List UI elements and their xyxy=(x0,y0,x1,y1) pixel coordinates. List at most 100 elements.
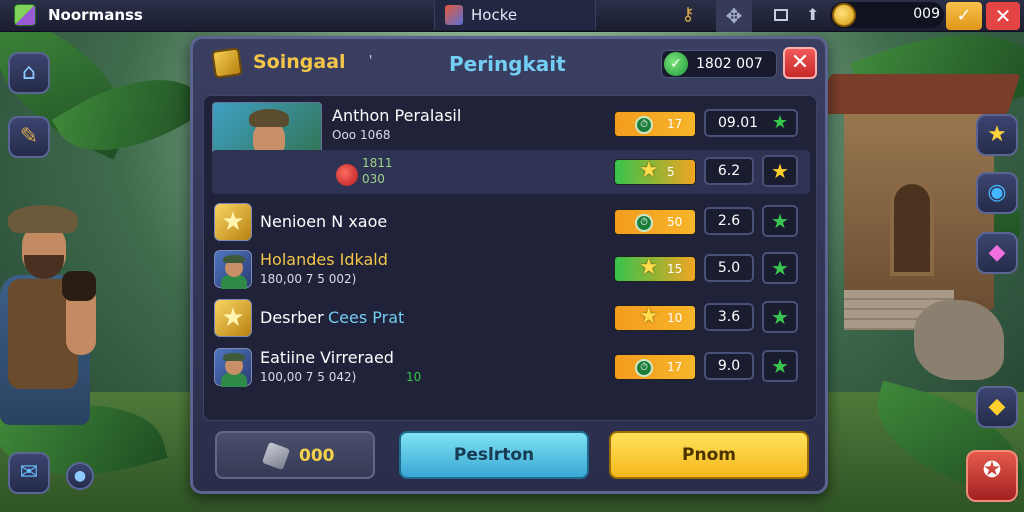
pill-value: 17 xyxy=(667,117,683,131)
player-name: Holandes Idkald xyxy=(260,250,388,269)
orb-icon[interactable]: ● xyxy=(66,462,94,490)
yellow-button-label: Pnom xyxy=(682,445,736,465)
reward-pill: ★ 5 xyxy=(614,158,696,185)
yellow-action-button[interactable]: Pnom xyxy=(609,431,809,479)
pill-value: 10 xyxy=(667,311,683,325)
green-star-icon[interactable]: ★ xyxy=(762,350,798,382)
score-value: 9.0 xyxy=(717,358,741,374)
score-value: 3.6 xyxy=(717,309,741,325)
list-item[interactable]: ★ Desrber Cees Prat ★ 10 3.6 ★ xyxy=(212,296,810,340)
score-box: 3.6 xyxy=(704,303,754,331)
pill-value: 15 xyxy=(667,262,683,276)
score-value: 5.0 xyxy=(717,260,741,276)
currency-display: ✓ 1802 007 xyxy=(661,50,777,78)
score-box: 09.01 ★ xyxy=(704,109,798,137)
tab-title: Hocke xyxy=(471,6,518,24)
player-sub: 180,00 7 5 002) xyxy=(260,272,357,286)
green-star-icon[interactable]: ★ xyxy=(762,252,798,284)
backpack-icon[interactable]: ✪ xyxy=(966,450,1018,502)
window-icon[interactable] xyxy=(774,9,788,21)
tab-game[interactable]: Hocke xyxy=(434,0,596,30)
list-item[interactable]: Holandes Idkald 180,00 7 5 002) ★ 15 5.0… xyxy=(212,246,810,292)
player-stat-2: 030 xyxy=(362,172,385,186)
pill-value: 5 xyxy=(667,165,675,179)
avatar: ★ xyxy=(214,203,252,241)
apple-icon xyxy=(336,164,358,186)
pink-gem-icon[interactable]: ◆ xyxy=(976,232,1018,274)
currency-value: 1802 007 xyxy=(696,56,763,72)
reward-pill: ★ 15 xyxy=(614,255,696,282)
clock-icon: ⏱ xyxy=(635,116,653,134)
list-item[interactable]: ★ Nenioen N xaoe ⏱ 50 2.6 ★ xyxy=(212,200,810,244)
star-icon: ★ xyxy=(639,304,659,329)
green-star-icon: ★ xyxy=(771,112,788,133)
scroll-map-icon[interactable]: ✎ xyxy=(8,116,50,158)
player-stat: 1811 xyxy=(362,156,393,170)
pill-value: 50 xyxy=(667,215,683,229)
coin-icon xyxy=(832,3,856,27)
score-box: 6.2 xyxy=(704,157,754,185)
avatar xyxy=(214,250,252,289)
home-icon[interactable]: ⌂ xyxy=(8,52,50,94)
panel-left-title: Soingaal xyxy=(253,51,346,73)
star-icon[interactable]: ★ xyxy=(976,114,1018,156)
player-name: Eatiine Virreraed xyxy=(260,348,394,367)
star-icon: ★ xyxy=(221,303,245,333)
star-icon: ★ xyxy=(639,158,659,183)
player-name-second: Cees Prat xyxy=(328,308,405,327)
coin-counter: 009 xyxy=(830,2,944,28)
list-item[interactable]: Anthon Peralasil Ooo 1068 ⏱ 17 09.01 ★ xyxy=(212,102,810,192)
reward-pill: ⏱ 50 xyxy=(614,209,696,235)
clock-icon: ⏱ xyxy=(635,214,653,232)
close-panel-button[interactable]: ✕ xyxy=(783,47,817,79)
green-star-icon[interactable]: ★ xyxy=(762,301,798,333)
score-value: 6.2 xyxy=(717,163,741,179)
clock-icon: ⏱ xyxy=(635,359,653,377)
reward-pill: ⏱ 17 xyxy=(614,111,696,137)
confirm-button[interactable]: ✓ xyxy=(946,2,982,30)
key-icon[interactable]: ⚷ xyxy=(678,5,698,25)
check-icon: ✓ xyxy=(664,52,688,76)
pin-icon[interactable]: ⬆ xyxy=(806,5,819,24)
yellow-diamond-icon[interactable]: ◆ xyxy=(976,386,1018,428)
blue-action-button[interactable]: Peslrton xyxy=(399,431,589,479)
player-name-first: Desrber xyxy=(260,308,324,327)
avatar xyxy=(214,348,252,387)
gold-star-icon[interactable]: ★ xyxy=(762,155,798,187)
list-item[interactable]: 1811 030 ★ 5 6.2 ★ xyxy=(212,150,810,194)
ranking-panel: Soingaal ' Peringkait ✓ 1802 007 ✕ Antho… xyxy=(190,36,828,494)
player-name: Nenioen N xaoe xyxy=(260,212,388,231)
game-tab-icon xyxy=(445,5,463,25)
score-box: 5.0 xyxy=(704,254,754,282)
quote-mark: ' xyxy=(369,53,373,67)
app-logo-icon xyxy=(14,4,36,26)
player-sub-extra: 10 xyxy=(406,370,422,384)
reward-pill: ⏱ 17 xyxy=(614,354,696,380)
score-value: 2.6 xyxy=(717,213,741,229)
explorer-character xyxy=(0,205,110,465)
cube-icon xyxy=(261,441,291,471)
cube-button-label: 000 xyxy=(299,446,335,466)
player-sub: Ooo 1068 xyxy=(332,128,391,142)
score-box: 9.0 xyxy=(704,352,754,380)
star-icon: ★ xyxy=(639,255,659,280)
player-name: Anthon Peralasil xyxy=(332,106,462,125)
close-window-button[interactable]: ✕ xyxy=(986,2,1020,30)
coin-value: 009 xyxy=(913,6,940,22)
jungle-house xyxy=(817,74,1021,330)
ranking-list: Anthon Peralasil Ooo 1068 ⏱ 17 09.01 ★ 1… xyxy=(203,95,817,421)
cube-button[interactable]: 000 xyxy=(215,431,375,479)
ticket-icon xyxy=(211,47,243,79)
chat-icon[interactable]: ✉ xyxy=(8,452,50,494)
score-value: 09.01 xyxy=(718,115,759,131)
top-bar: Noormanss Hocke ⚷ ✥ ⬆ 009 ✓ ✕ xyxy=(0,0,1024,32)
score-box: 2.6 xyxy=(704,207,754,235)
blue-shield-icon[interactable]: ◉ xyxy=(976,172,1018,214)
green-star-icon[interactable]: ★ xyxy=(762,205,798,237)
app-title: Noormanss xyxy=(48,6,143,24)
reward-pill: ★ 10 xyxy=(614,304,696,331)
gamepad-icon[interactable]: ✥ xyxy=(716,0,752,32)
list-item[interactable]: Eatiine Virreraed 100,00 7 5 042) 10 ⏱ 1… xyxy=(212,344,810,392)
blue-button-label: Peslrton xyxy=(453,445,535,465)
avatar: ★ xyxy=(214,299,252,337)
